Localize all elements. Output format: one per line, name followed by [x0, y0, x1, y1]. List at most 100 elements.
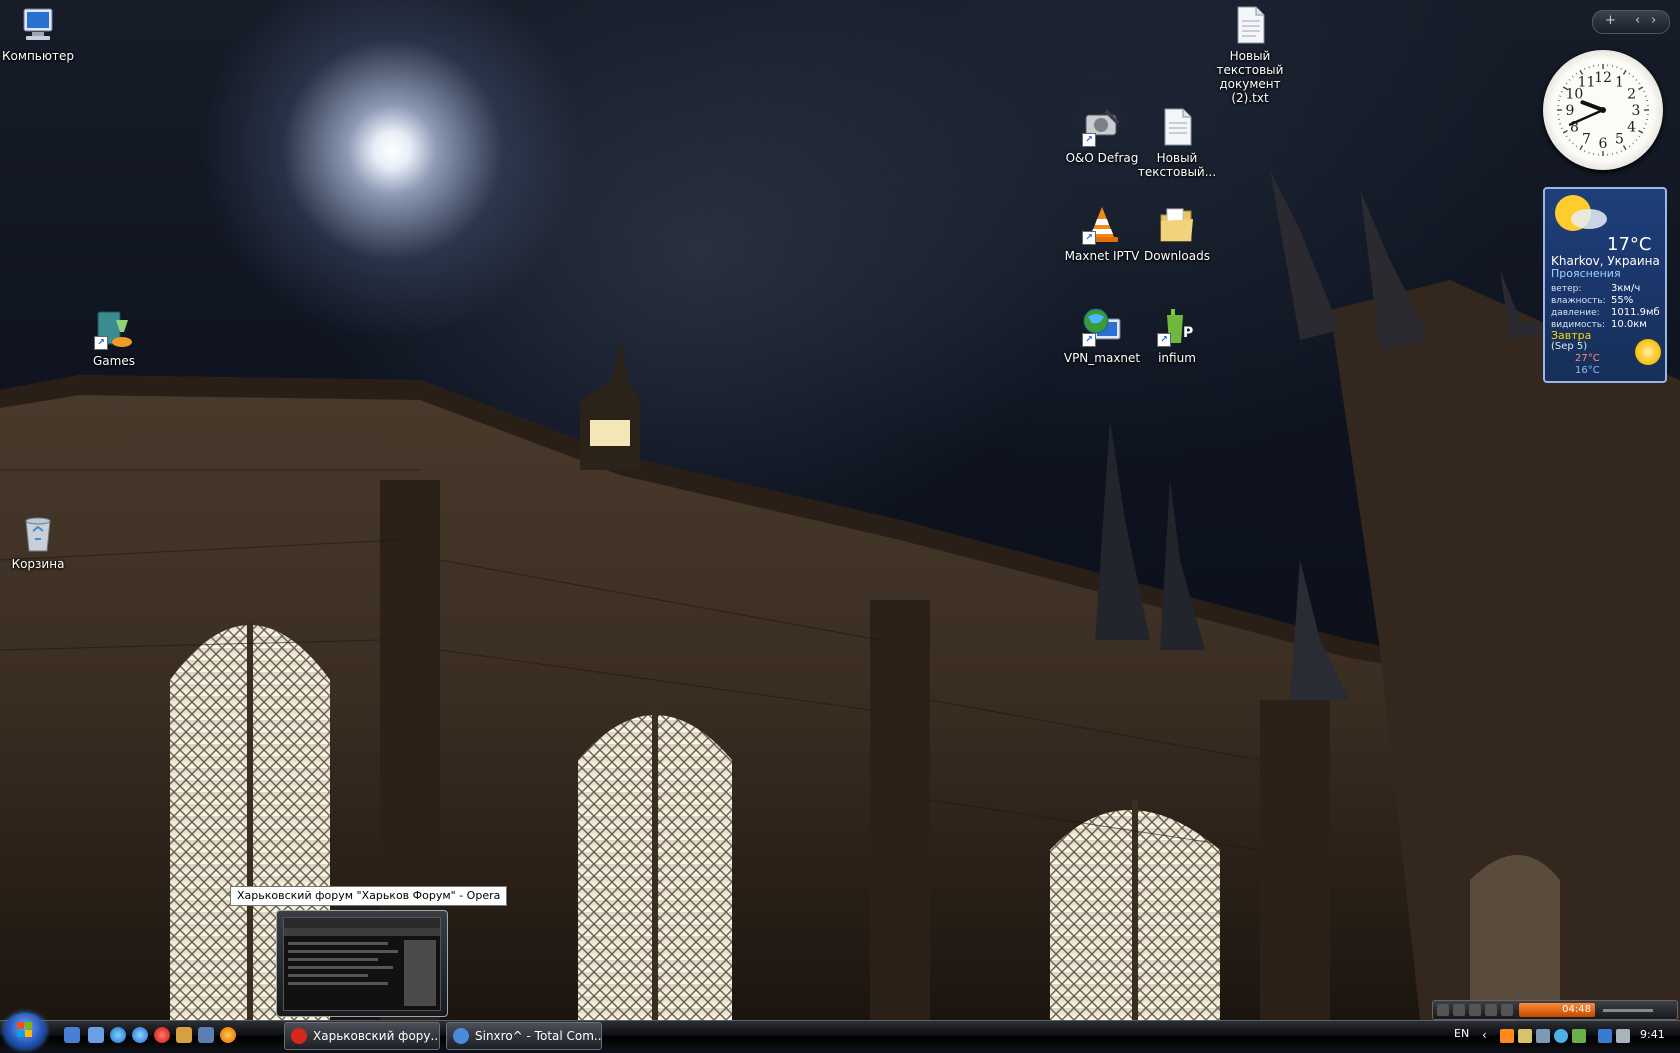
media-player-icon[interactable] [220, 1027, 236, 1043]
games-icon: ↗ [94, 310, 134, 350]
weather-row-value: 10.0км [1611, 319, 1647, 331]
opera-window-thumbnail [283, 917, 441, 1011]
clock-tick [1632, 143, 1633, 144]
desktop-icon-maxnet-iptv[interactable]: ↗ Maxnet IPTV [1062, 205, 1142, 263]
media-prev-button[interactable] [1437, 1004, 1449, 1016]
taskbar-task-total-commander[interactable]: Sinxro^ - Total Com... [446, 1022, 602, 1050]
desktop-icon-infium[interactable]: P ↗ infium [1137, 307, 1217, 365]
infium-icon: P ↗ [1157, 307, 1197, 347]
clock-gadget[interactable]: 121234567891011 [1543, 50, 1663, 170]
text-file-icon [1230, 5, 1270, 45]
media-next-button[interactable] [1501, 1004, 1513, 1016]
folder-icon [1157, 205, 1197, 245]
switch-windows-icon[interactable] [88, 1027, 104, 1043]
desktop-icon-downloads[interactable]: Downloads [1137, 205, 1217, 263]
clock-tick [1639, 131, 1643, 134]
desktop-icon-recycle-bin[interactable]: Корзина [0, 513, 78, 571]
weather-row-key: давление: [1551, 307, 1611, 319]
window-thumbnail-preview[interactable] [276, 910, 448, 1017]
media-progress-bar[interactable]: 04:48 [1519, 1003, 1595, 1017]
windows-logo-icon [4, 1013, 46, 1049]
tray-security-icon[interactable] [1572, 1029, 1586, 1043]
task-label: Харьковский фору... [313, 1023, 440, 1049]
desktop-icon-label: Games [74, 354, 154, 368]
clock-number: 3 [1632, 103, 1641, 119]
taskbar [0, 1020, 1680, 1051]
language-indicator[interactable]: EN [1454, 1027, 1469, 1040]
recycle-bin-icon [18, 513, 58, 553]
quick-launch-app-icon[interactable] [176, 1027, 192, 1043]
weather-city: Kharkov, Украина [1551, 255, 1660, 267]
weather-row-wind: ветер:3км/ч [1551, 283, 1663, 295]
weather-row-key: ветер: [1551, 283, 1611, 295]
weather-tomorrow-high: 27°C [1575, 353, 1600, 365]
clock-tick [1559, 96, 1561, 97]
tray-expand-icon[interactable]: ‹ [1482, 1028, 1487, 1042]
weather-condition: Прояснения [1551, 268, 1621, 280]
desktop-icon-games[interactable]: ↗ Games [74, 310, 154, 368]
tray-network-icon[interactable] [1598, 1029, 1612, 1043]
task-label: Sinxro^ - Total Com... [475, 1023, 602, 1049]
tray-media-icon[interactable] [1500, 1029, 1514, 1043]
vlc-cone-icon: ↗ [1082, 205, 1122, 245]
tray-globe-icon[interactable] [1554, 1029, 1568, 1043]
sidebar-prev-button[interactable]: ‹ [1635, 13, 1640, 28]
add-gadget-button[interactable]: + [1605, 13, 1616, 28]
media-volume-slider[interactable] [1603, 1009, 1653, 1012]
taskbar-clock[interactable]: 9:41 [1640, 1028, 1665, 1041]
clock-tick [1643, 91, 1645, 92]
desktop-icon-label: Новый текстовый документ (2).txt [1210, 49, 1290, 105]
media-stop-button[interactable] [1485, 1004, 1497, 1016]
desktop-icon-oo-defrag[interactable]: ↗ O&O Defrag [1062, 107, 1142, 165]
shortcut-arrow-icon: ↗ [1082, 133, 1096, 147]
weather-row-value: 3км/ч [1611, 283, 1640, 295]
show-desktop-icon[interactable] [64, 1027, 80, 1043]
desktop-icon-text-document-2[interactable]: Новый текстовый документ (2).txt [1210, 5, 1290, 105]
clock-minute-hand [1570, 110, 1603, 125]
shortcut-arrow-icon: ↗ [94, 336, 108, 350]
clock-tick [1566, 83, 1568, 84]
defrag-icon: ↗ [1082, 107, 1122, 147]
desktop-icon-text-document[interactable]: Новый текстовый... [1137, 107, 1217, 179]
browser-globe-icon[interactable] [110, 1027, 126, 1043]
tray-app-icon[interactable] [1518, 1029, 1532, 1043]
computer-icon [18, 5, 58, 45]
clock-tick [1589, 66, 1590, 68]
shortcut-arrow-icon: ↗ [1082, 231, 1096, 245]
clock-tick [1589, 152, 1590, 154]
weather-gadget[interactable]: 17°C Kharkov, Украина Прояснения ветер:3… [1543, 187, 1667, 383]
clock-tick [1572, 76, 1573, 77]
clock-number: 4 [1627, 120, 1636, 136]
clock-tick [1639, 87, 1643, 90]
clock-number: 5 [1615, 132, 1624, 148]
clock-tick [1561, 91, 1563, 92]
desktop-icon-label: Maxnet IPTV [1062, 249, 1142, 263]
save-disk-icon[interactable] [198, 1027, 214, 1043]
tray-volume-icon[interactable] [1616, 1029, 1630, 1043]
desktop-icon-computer[interactable]: Компьютер [0, 5, 78, 63]
media-time: 04:48 [1562, 1004, 1591, 1015]
clock-hour-hand [1582, 102, 1603, 110]
shortcut-arrow-icon: ↗ [1082, 333, 1096, 347]
opera-icon [291, 1028, 307, 1044]
opera-icon[interactable] [154, 1027, 170, 1043]
desktop-icon-label: Корзина [0, 557, 78, 571]
shortcut-arrow-icon: ↗ [1157, 333, 1171, 347]
network-globe-icon: ↗ [1082, 307, 1122, 347]
desktop-icon-vpn-maxnet[interactable]: ↗ VPN_maxnet [1062, 307, 1142, 365]
tray-printer-icon[interactable] [1536, 1029, 1550, 1043]
clock-tick [1645, 96, 1647, 97]
internet-explorer-icon[interactable] [132, 1027, 148, 1043]
desktop-icon-label: infium [1137, 351, 1217, 365]
svg-text:P: P [1183, 325, 1193, 341]
clock-tick [1569, 139, 1570, 140]
media-play-button[interactable] [1453, 1004, 1465, 1016]
start-button[interactable] [4, 1013, 46, 1049]
taskbar-task-opera[interactable]: Харьковский фору... [284, 1022, 440, 1050]
sidebar-next-button[interactable]: › [1651, 13, 1656, 28]
media-pause-button[interactable] [1469, 1004, 1481, 1016]
media-player-toolbar: 04:48 [1432, 1000, 1678, 1020]
sun-cloud-icon [1549, 193, 1609, 233]
sun-icon [1635, 339, 1661, 365]
clock-face: 121234567891011 [1543, 50, 1663, 170]
